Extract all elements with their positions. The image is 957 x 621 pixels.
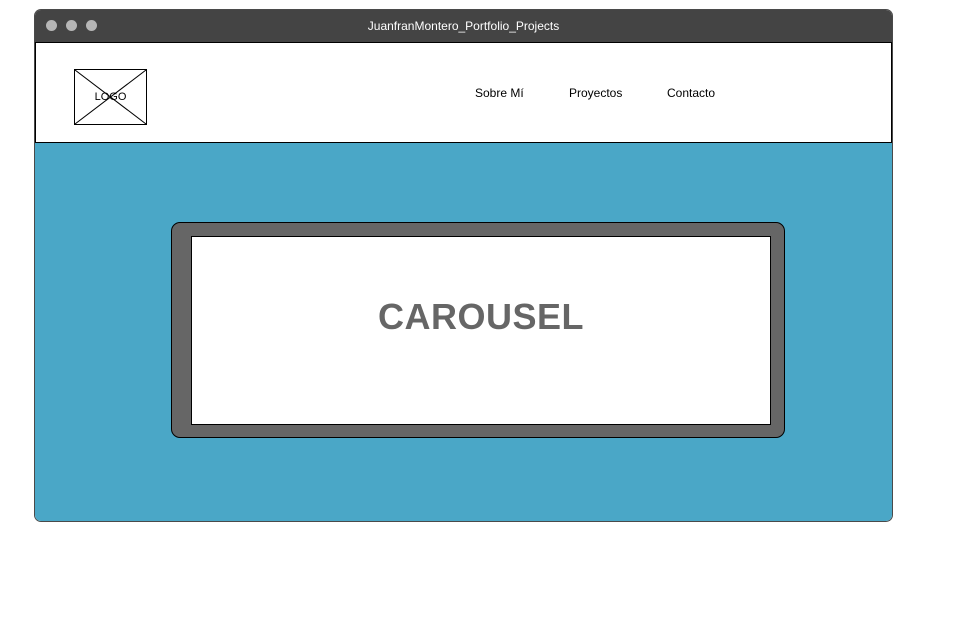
nav-item-proyectos[interactable]: Proyectos — [569, 86, 622, 100]
site-header: LOGO Sobre Mí Proyectos Contacto — [35, 42, 892, 143]
hero-section: CAROUSEL — [35, 143, 892, 521]
carousel-label: CAROUSEL — [377, 296, 584, 337]
carousel-slide[interactable]: CAROUSEL — [191, 236, 771, 425]
logo-label: LOGO — [94, 91, 127, 103]
window-titlebar: JuanfranMontero_Portfolio_Projects — [35, 10, 892, 42]
nav-item-contacto[interactable]: Contacto — [667, 86, 715, 100]
nav-item-sobre-mi[interactable]: Sobre Mí — [475, 86, 524, 100]
window-title: JuanfranMontero_Portfolio_Projects — [367, 19, 560, 33]
carousel[interactable]: CAROUSEL — [171, 222, 785, 438]
browser-window: JuanfranMontero_Portfolio_Projects LOGO … — [35, 10, 892, 521]
logo-placeholder[interactable]: LOGO — [74, 69, 147, 125]
